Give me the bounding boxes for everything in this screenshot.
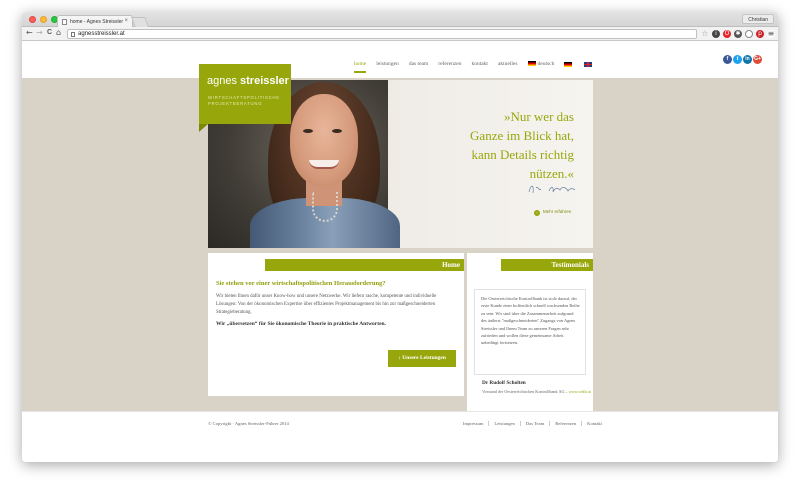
pinterest-extension-icon[interactable]: p bbox=[756, 30, 764, 38]
browser-tab[interactable]: home - Agnes Streissler × bbox=[57, 15, 133, 27]
footer-link-leistungen[interactable]: Leistungen bbox=[488, 421, 519, 426]
googleplus-icon[interactable]: G+ bbox=[753, 55, 762, 64]
twitter-icon[interactable]: t bbox=[733, 55, 742, 64]
copyright-text: © Copyright · Agnes Streissler-Führer 20… bbox=[208, 421, 289, 426]
tab-title: home - Agnes Streissler bbox=[70, 19, 124, 25]
arrow-circle-icon: › bbox=[534, 210, 540, 216]
opera-extension-icon[interactable]: O bbox=[723, 30, 731, 38]
home-heading: Sie stehen vor einer wirtschaftspolitisc… bbox=[216, 280, 386, 287]
site-footer: © Copyright · Agnes Streissler-Führer 20… bbox=[22, 411, 778, 462]
address-toolbar: ← → C ⌂ agnesstreissler.at ☆ i O ✱ p ≡ bbox=[22, 27, 778, 41]
minimize-window-button[interactable] bbox=[40, 16, 47, 23]
footer-link-kontakt[interactable]: Kontakt bbox=[581, 421, 607, 426]
testimonials-title: Testimonials bbox=[501, 259, 593, 271]
home-icon[interactable]: ⌂ bbox=[56, 28, 61, 37]
window-extension-icon[interactable] bbox=[745, 30, 753, 38]
back-arrow-icon[interactable]: ← bbox=[26, 28, 33, 37]
footer-link-referenzen[interactable]: Referenzen bbox=[549, 421, 581, 426]
site-header: home leistungen das team referenzen kont… bbox=[22, 42, 778, 78]
nav-aktuelles[interactable]: aktuelles bbox=[498, 61, 518, 73]
portrait-face bbox=[290, 94, 358, 186]
testimonials-panel: Testimonials Die Oesterreichische Kontro… bbox=[467, 253, 593, 423]
signature-image bbox=[528, 185, 576, 194]
profile-button[interactable]: Christian bbox=[742, 14, 774, 24]
uk-flag-icon[interactable] bbox=[584, 62, 593, 67]
german-flag-icon bbox=[527, 61, 536, 66]
browser-window: home - Agnes Streissler × Christian ← → … bbox=[22, 12, 778, 462]
logo-wordmark: agnes streissler bbox=[207, 75, 289, 87]
footer-navigation: Impressum Leistungen Das Team Referenzen… bbox=[458, 421, 607, 426]
nav-kontakt[interactable]: kontakt bbox=[471, 61, 488, 73]
home-body-text: Wir bieten Ihnen dafür unser Know-how un… bbox=[216, 294, 437, 315]
new-tab-button[interactable] bbox=[131, 17, 149, 27]
url-text: agnesstreissler.at bbox=[78, 31, 125, 37]
bookmark-star-icon[interactable]: ☆ bbox=[701, 30, 709, 38]
testimonial-author: Dr Rudolf Scholten bbox=[482, 380, 526, 386]
menu-icon[interactable]: ≡ bbox=[767, 30, 775, 38]
more-info-link[interactable]: › Mehr erfahren bbox=[534, 209, 571, 216]
home-panel: Home Sie stehen vor einer wirtschaftspol… bbox=[208, 253, 464, 396]
facebook-icon[interactable]: f bbox=[723, 55, 732, 64]
testimonial-link[interactable]: www.oekb.at bbox=[569, 389, 591, 394]
nav-leistungen[interactable]: leistungen bbox=[376, 61, 399, 73]
main-navigation: home leistungen das team referenzen kont… bbox=[354, 61, 594, 73]
linkedin-icon[interactable]: in bbox=[743, 55, 752, 64]
settings-extension-icon[interactable]: ✱ bbox=[734, 30, 742, 38]
hero-quote: »Nur wer das Ganze im Blick hat, kann De… bbox=[470, 109, 574, 181]
nav-das-team[interactable]: das team bbox=[409, 61, 428, 73]
portrait-eye-right bbox=[332, 129, 342, 133]
footer-link-das-team[interactable]: Das Team bbox=[519, 421, 549, 426]
page-info-icon[interactable] bbox=[71, 32, 75, 37]
nav-referenzen[interactable]: referenzen bbox=[438, 61, 461, 73]
home-panel-title: Home bbox=[265, 259, 464, 271]
portrait-necklace bbox=[312, 192, 338, 222]
testimonial-quote: Die Oesterreichische Kontrollbank ist st… bbox=[474, 289, 586, 375]
info-extension-icon[interactable]: i bbox=[712, 30, 720, 38]
nav-home[interactable]: home bbox=[354, 61, 367, 73]
site-logo[interactable]: agnes streissler Wirtschaftspolitische P… bbox=[199, 64, 291, 132]
close-window-button[interactable] bbox=[29, 16, 36, 23]
german-flag-icon[interactable] bbox=[564, 62, 573, 67]
portrait-eye-left bbox=[303, 129, 313, 133]
footer-link-impressum[interactable]: Impressum bbox=[458, 421, 488, 426]
reload-icon[interactable]: C bbox=[47, 29, 52, 36]
portrait-smile bbox=[309, 160, 339, 169]
web-page: home leistungen das team referenzen kont… bbox=[22, 42, 778, 462]
home-emphasis-text: Wir „übersetzen“ für Sie ökonomische The… bbox=[216, 321, 386, 327]
close-tab-icon[interactable]: × bbox=[124, 18, 128, 24]
page-icon bbox=[62, 19, 67, 25]
testimonial-role: Vorstand der Oesterreichischen Kontrollb… bbox=[482, 389, 591, 394]
url-field[interactable]: agnesstreissler.at bbox=[67, 29, 697, 39]
tab-bar: home - Agnes Streissler × Christian bbox=[22, 12, 778, 27]
logo-tagline: Wirtschaftspolitische Projektberatung bbox=[208, 95, 280, 106]
services-button[interactable]: ↓ Unsere Leistungen bbox=[388, 350, 456, 367]
nav-language-deutsch[interactable]: deutsch bbox=[527, 61, 554, 73]
forward-arrow-icon[interactable]: → bbox=[36, 28, 43, 37]
